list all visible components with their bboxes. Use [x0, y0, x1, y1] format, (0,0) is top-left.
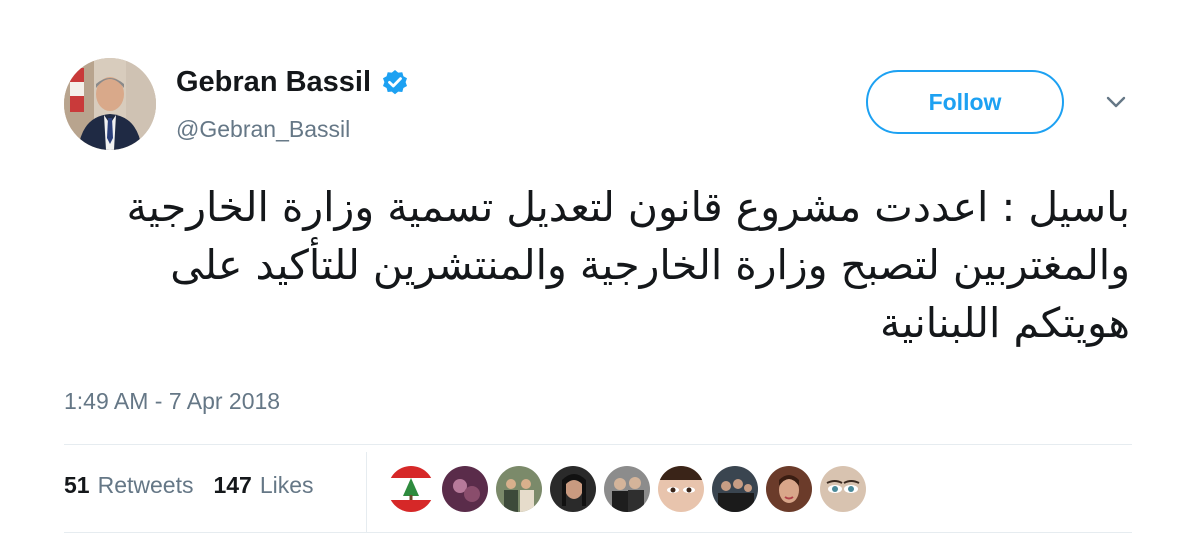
- likes-count: 147: [213, 472, 252, 498]
- liker-avatar[interactable]: [496, 466, 542, 512]
- avatar-image: [64, 58, 156, 150]
- liker-avatar[interactable]: [388, 466, 434, 512]
- stats-separator: [366, 452, 367, 532]
- avatar[interactable]: [64, 58, 156, 150]
- display-name[interactable]: Gebran Bassil: [176, 66, 371, 99]
- liker-avatar[interactable]: [658, 466, 704, 512]
- liker-avatar[interactable]: [766, 466, 812, 512]
- follow-button[interactable]: Follow: [866, 70, 1064, 134]
- likes-stat[interactable]: 147 Likes: [213, 472, 313, 499]
- liker-avatar[interactable]: [820, 466, 866, 512]
- likers-avatars: [388, 466, 874, 512]
- tweet-header: Gebran Bassil @Gebran_Bassil Follow: [64, 58, 1144, 154]
- chevron-down-icon[interactable]: [1102, 88, 1130, 116]
- liker-avatar[interactable]: [442, 466, 488, 512]
- liker-avatar[interactable]: [604, 466, 650, 512]
- retweets-stat[interactable]: 51 Retweets: [64, 472, 193, 499]
- tweet-timestamp[interactable]: 1:49 AM - 7 Apr 2018: [64, 388, 280, 415]
- divider: [64, 444, 1132, 445]
- divider: [64, 532, 1132, 533]
- likes-label: Likes: [259, 472, 314, 498]
- verified-badge-icon: [381, 69, 409, 97]
- retweets-label: Retweets: [97, 472, 194, 498]
- tweet-stats: 51 Retweets 147 Likes: [64, 472, 334, 499]
- user-handle[interactable]: @Gebran_Bassil: [176, 116, 350, 143]
- tweet-text: باسيل : اعددت مشروع قانون لتعديل تسمية و…: [126, 183, 1130, 347]
- retweets-count: 51: [64, 472, 90, 498]
- liker-avatar[interactable]: [550, 466, 596, 512]
- display-name-row: Gebran Bassil: [176, 66, 409, 99]
- liker-avatar[interactable]: [712, 466, 758, 512]
